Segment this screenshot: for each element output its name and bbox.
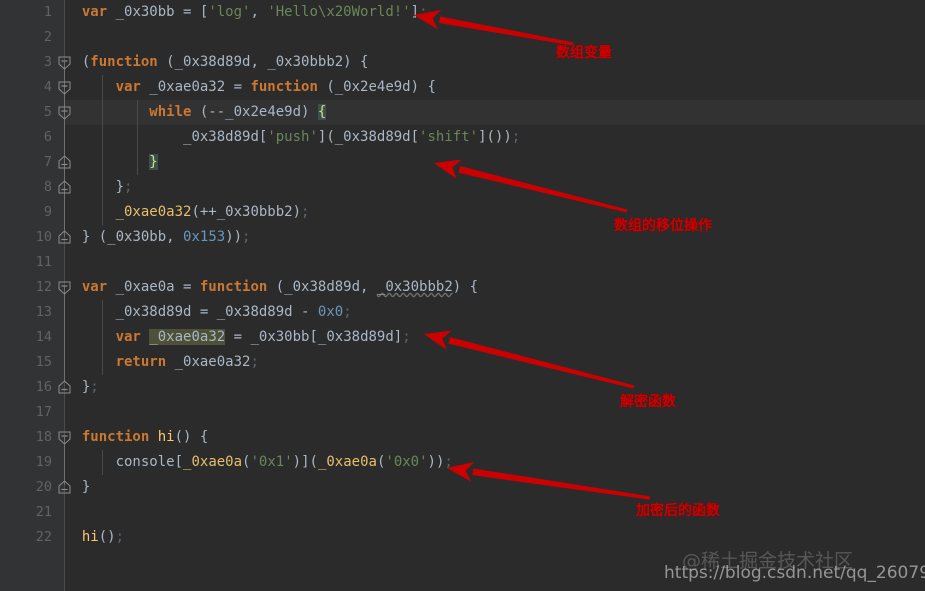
- code-line-10: } (_0x30bb, 0x153));: [65, 229, 251, 245]
- line-number: 4: [43, 79, 52, 95]
- code-line-1: var _0x30bb = ['log', 'Hello\x20World!']…: [81, 4, 428, 20]
- fold-marker-collapse-line-4[interactable]: [58, 81, 71, 95]
- line-number: 13: [35, 304, 52, 320]
- unused-param-warning: _0x30bbb2: [376, 279, 453, 295]
- fold-marker-end-line-7[interactable]: [58, 155, 71, 169]
- fold-marker-end-line-20[interactable]: [58, 480, 71, 494]
- code-line-22: hi();: [81, 529, 125, 545]
- occurrence-highlight: _0xae0a32: [149, 329, 226, 345]
- code-line-3: (function (_0x38d89d, _0x30bbb2) {: [65, 54, 369, 70]
- code-line-5: while (--_0x2e4e9d) {: [149, 104, 327, 120]
- annotation-array-variable: 数组变量: [556, 45, 612, 61]
- code-line-13: _0x38d89d = _0x38d89d - 0x0;: [115, 304, 352, 320]
- annotation-encrypted-function: 加密后的函数: [636, 503, 720, 519]
- code-line-15: return _0xae0a32;: [115, 354, 259, 370]
- fold-marker-end-line-8[interactable]: [58, 180, 71, 194]
- watermark-url: https://blog.csdn.net/qq_26079939: [664, 563, 925, 583]
- line-number: 2: [43, 29, 52, 45]
- code-line-14: var _0xae0a32 = _0x30bb[_0x38d89d];: [115, 329, 411, 345]
- line-number: 17: [35, 404, 52, 420]
- line-number: 21: [35, 504, 52, 520]
- line-number: 18: [35, 429, 52, 445]
- fold-marker-collapse-line-3[interactable]: [58, 56, 71, 70]
- code-line-18: function hi() {: [81, 429, 209, 445]
- code-content-area[interactable]: var _0x30bb = ['log', 'Hello\x20World!']…: [65, 0, 925, 591]
- line-number: 11: [35, 254, 52, 270]
- code-line-6: _0x38d89d['push'](_0x38d89d['shift']());: [183, 129, 521, 145]
- code-editor-screenshot: var _0x30bb = ['log', 'Hello\x20World!']…: [0, 0, 925, 591]
- line-number: 15: [35, 354, 52, 370]
- line-number: 16: [35, 379, 52, 395]
- line-number: 10: [35, 229, 52, 245]
- annotation-decrypt-function: 解密函数: [620, 394, 676, 410]
- line-number: 6: [43, 129, 52, 145]
- matching-brace-close: }: [149, 154, 158, 170]
- line-number: 19: [35, 454, 52, 470]
- code-line-8: };: [65, 179, 133, 195]
- line-number: 7: [43, 154, 52, 170]
- code-line-7: }: [65, 150, 158, 175]
- line-number: 22: [35, 529, 52, 545]
- line-number: 5: [43, 104, 52, 120]
- line-number: 12: [35, 279, 52, 295]
- line-number: 3: [43, 54, 52, 70]
- fold-marker-end-line-10[interactable]: [58, 230, 71, 244]
- code-line-9: _0xae0a32(++_0x30bbb2);: [115, 204, 310, 220]
- matching-brace-open: {: [317, 104, 327, 120]
- code-line-12: var _0xae0a = function (_0x38d89d, _0x30…: [81, 279, 479, 295]
- line-number: 1: [43, 4, 52, 20]
- line-number: 14: [35, 329, 52, 345]
- fold-marker-collapse-line-18[interactable]: [58, 431, 71, 445]
- fold-marker-collapse-line-12[interactable]: [58, 281, 71, 295]
- code-line-4: var _0xae0a32 = function (_0x2e4e9d) {: [115, 79, 436, 95]
- annotation-array-shift: 数组的移位操作: [614, 218, 712, 234]
- code-line-19: console[_0xae0a('0x1')](_0xae0a('0x0'));: [115, 454, 453, 470]
- line-number: 8: [43, 179, 52, 195]
- fold-region-bar: [64, 287, 65, 382]
- fold-marker-end-line-16[interactable]: [58, 380, 71, 394]
- line-number: 20: [35, 479, 52, 495]
- fold-marker-collapse-line-5[interactable]: [58, 106, 71, 120]
- line-number: 9: [43, 204, 52, 220]
